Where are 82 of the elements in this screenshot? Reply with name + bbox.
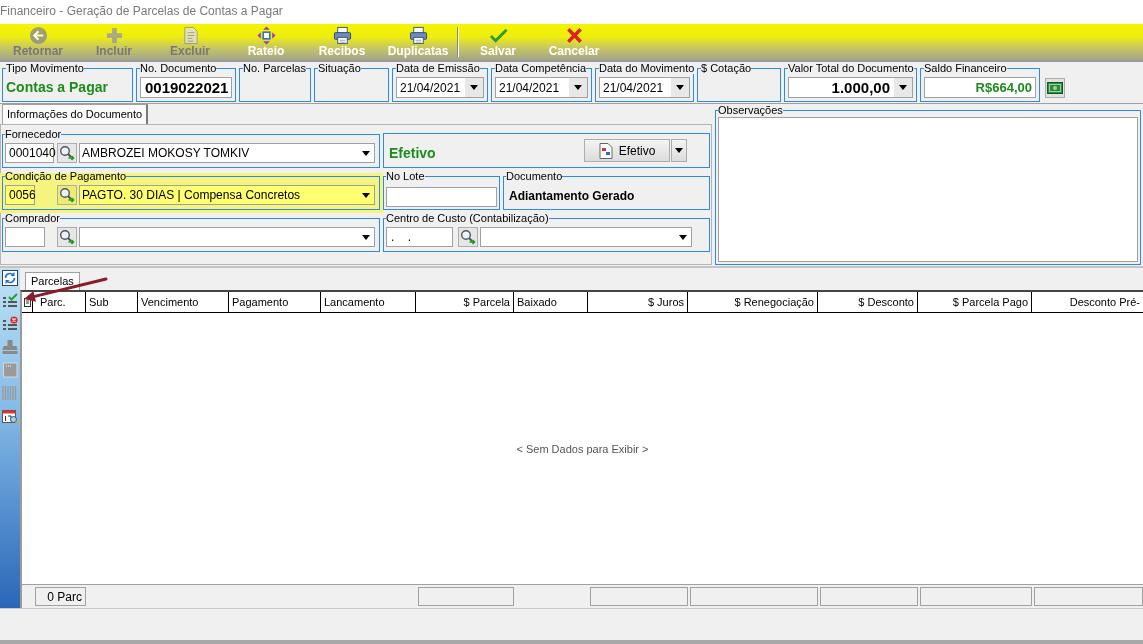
search-icon	[59, 145, 75, 161]
four-arrows-icon	[256, 26, 276, 45]
date-dropdown[interactable]: 21/04/2021	[599, 77, 690, 98]
column-header[interactable]: $ Desconto	[818, 292, 918, 312]
column-header[interactable]: $ Parcela	[416, 292, 514, 312]
code-field[interactable]: 0001040	[5, 143, 54, 163]
dropdown-field[interactable]: AMBROZEI MOKOSY TOMKIV	[79, 143, 375, 163]
group-label: Fornecedor	[5, 128, 62, 140]
balance-field[interactable]: R$664,00	[924, 77, 1036, 98]
dropdown-field[interactable]	[480, 227, 692, 247]
caret-icon	[676, 85, 684, 90]
dropdown-field[interactable]	[79, 227, 375, 247]
column-header[interactable]: $ Renegociação	[688, 292, 818, 312]
search-icon	[59, 187, 75, 203]
column-header[interactable]: Baixado	[514, 292, 588, 312]
group-label: Comprador	[5, 212, 61, 224]
search-button[interactable]	[57, 143, 77, 163]
tab[interactable]: Parcelas	[25, 272, 80, 290]
checklist-icon[interactable]	[2, 293, 18, 309]
caret-icon	[574, 85, 582, 90]
document-number-field[interactable]: 0019022021	[140, 77, 232, 98]
group-label: Saldo Financeiro	[924, 62, 1007, 74]
date-dropdown[interactable]: 21/04/2021	[495, 77, 588, 98]
list-delete-icon[interactable]	[2, 316, 18, 332]
search-button[interactable]	[458, 227, 478, 247]
summary-panel: 0 Parc	[35, 587, 86, 606]
column-header[interactable]: Lancamento	[321, 292, 416, 312]
group-label: Valor Total do Documento	[788, 62, 914, 74]
cross-icon	[564, 26, 584, 45]
printer-icon	[332, 26, 352, 45]
dropdown-field[interactable]: PAGTO. 30 DIAS | Compensa Concretos	[79, 185, 375, 205]
code-field[interactable]	[5, 227, 45, 247]
banknote-button[interactable]	[1045, 78, 1065, 98]
input-field[interactable]	[386, 187, 497, 207]
column-header[interactable]: Pagamento	[229, 292, 321, 312]
amount-dropdown[interactable]: 1.000,00	[788, 77, 913, 98]
group-label: Centro de Custo (Contabilização)	[386, 212, 549, 224]
caret-icon	[470, 85, 478, 90]
status-text: Efetivo	[389, 145, 436, 161]
group-label: Condição de Pagamento	[5, 170, 127, 182]
tab[interactable]: Informações do Documento	[2, 104, 149, 124]
group-label: Situação	[318, 62, 361, 74]
column-header[interactable]: Desconto Pré-	[1032, 292, 1143, 312]
value-text: Contas a Pagar	[6, 79, 109, 95]
caret-icon	[678, 234, 687, 240]
column-header[interactable]: Vencimento	[138, 292, 229, 312]
document-icon	[598, 142, 613, 159]
group-label: Data do Movimento	[599, 62, 695, 74]
search-icon	[59, 229, 75, 245]
printer-icon	[408, 26, 428, 45]
group-label: No. Parcelas	[243, 62, 306, 74]
calendar-icon[interactable]	[2, 408, 18, 424]
date-dropdown[interactable]: 21/04/2021	[396, 77, 484, 98]
window-title: Financeiro - Geração de Parcelas de Contas a Pagar	[0, 3, 283, 18]
column-header[interactable]: $ Juros	[588, 292, 688, 312]
caret-icon	[899, 85, 907, 90]
value-text: Adiantamento Gerado	[509, 189, 636, 203]
code-field[interactable]: 0056	[5, 185, 35, 205]
group-label: No. Documento	[140, 62, 217, 74]
caret-icon	[361, 234, 370, 240]
search-icon	[460, 229, 476, 245]
group-label: $ Cotação	[701, 62, 752, 74]
banknote-icon	[1047, 82, 1063, 94]
column-header[interactable]: Sub	[86, 292, 138, 312]
search-button[interactable]	[57, 185, 77, 205]
column-header[interactable]: $ Parcela Pago	[918, 292, 1032, 312]
caret-icon	[361, 150, 370, 156]
checkmark-icon	[488, 26, 508, 45]
refresh-icon[interactable]	[2, 270, 18, 286]
empty-message: < Sem Dados para Exibir >	[516, 442, 649, 455]
group-label: Data de Emissão	[396, 62, 480, 74]
group-label: Observações	[718, 104, 783, 116]
dropdown-button[interactable]	[671, 139, 687, 162]
search-button[interactable]	[57, 227, 77, 247]
code-field[interactable]: . .	[386, 227, 453, 247]
status-button[interactable]: Efetivo	[584, 139, 670, 162]
group-label: Documento	[506, 170, 563, 182]
group-label: No Lote	[386, 170, 425, 182]
caret-icon	[361, 192, 370, 198]
group-label: Tipo Movimento	[6, 62, 84, 74]
group-label: Data Competência	[495, 62, 587, 74]
caret-icon	[675, 148, 683, 153]
